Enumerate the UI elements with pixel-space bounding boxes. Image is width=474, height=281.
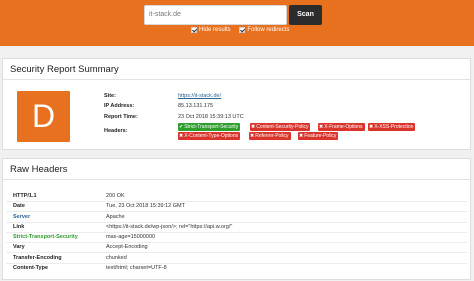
row-divider [6,252,467,253]
row-divider [6,201,467,202]
row-divider [6,242,467,243]
header-badge-label: Referrer-Policy [255,133,289,139]
follow-redirects-option[interactable]: Follow redirects [239,27,289,33]
raw-header-key: Content-Type [13,265,49,271]
raw-header-value: Accept-Encoding [106,244,148,250]
search-input[interactable]: it-stack.de [144,5,287,25]
follow-redirects-checkbox[interactable] [239,27,246,33]
site-link[interactable]: https://it-stack.de/ [178,93,221,99]
follow-redirects-label: Follow redirects [247,27,290,33]
site-label: Site: [104,93,116,99]
report-time-value: 23 Oct 2018 15:39:13 UTC [178,114,244,120]
header-badge-label: X-XSS-Protection [374,124,414,130]
report-time-label: Report Time: [104,114,138,120]
cross-icon: ✖ [179,133,184,139]
ip-value: 85.13.131.175 [178,103,214,109]
hide-results-label: Hide results [199,27,231,33]
raw-header-value: Apache [106,214,125,220]
header-badge-x-xss-protection[interactable]: ✖X-XSS-Protection [368,123,416,131]
search-bar: it-stack.de Scan Hide results Follow red… [0,0,474,46]
header-badge-strict-transport-security[interactable]: ✔Strict-Transport-Security [178,123,241,131]
cross-icon: ✖ [369,124,374,130]
raw-headers-title: Raw Headers [3,159,470,180]
scan-button[interactable]: Scan [289,5,322,25]
raw-header-key: Strict-Transport-Security [13,234,78,240]
raw-header-key: Date [13,203,25,209]
summary-title: Security Report Summary [3,59,470,80]
hide-results-checkbox[interactable] [191,27,197,33]
raw-header-value: Tue, 23 Oct 2018 15:39:12 GMT [106,203,185,209]
raw-header-key: HTTP/1.1 [13,193,37,199]
grade-badge: D [17,91,70,142]
headers-label: Headers: [104,128,128,134]
raw-header-value: text/html; charset=UTF-8 [106,265,167,271]
security-report-summary-panel: Security Report Summary D Site: https://… [2,58,471,150]
row-divider [6,211,467,212]
check-icon: ✔ [179,124,184,130]
cross-icon: ✖ [251,124,256,130]
raw-header-key: Link [13,224,25,230]
raw-header-value: 200 OK [106,193,125,199]
header-badge-x-frame-options[interactable]: ✖X-Frame-Options [318,123,365,131]
row-divider [6,263,467,264]
raw-header-key: Server [13,214,31,220]
ip-label: IP Address: [104,103,135,109]
raw-header-value: <https://it-stack.de/wp-json/>; rel="htt… [106,224,233,230]
raw-header-key: Vary [13,244,25,250]
cross-icon: ✖ [250,133,255,139]
raw-header-value: chunked [106,255,127,261]
hide-results-option[interactable]: Hide results [191,27,231,33]
header-badge-x-content-type-options[interactable]: ✖X-Content-Type-Options [178,132,241,140]
header-badge-label: X-Content-Type-Options [184,133,239,139]
raw-header-value: max-age=15000000 [106,234,156,240]
header-badge-feature-policy[interactable]: ✖Feature-Policy [298,132,339,140]
header-badge-label: Strict-Transport-Security [184,124,239,130]
raw-header-key: Transfer-Encoding [13,255,62,261]
header-badge-label: Feature-Policy [304,133,337,139]
row-divider [6,232,467,233]
header-badge-content-security-policy[interactable]: ✖Content-Security-Policy [250,123,311,131]
header-badge-label: X-Frame-Options [324,124,363,130]
header-badge-referrer-policy[interactable]: ✖Referrer-Policy [249,132,291,140]
cross-icon: ✖ [299,133,304,139]
cross-icon: ✖ [319,124,324,130]
header-badge-label: Content-Security-Policy [256,124,309,130]
scan-options: Hide results Follow redirects [191,27,296,35]
row-divider [6,222,467,223]
raw-headers-panel: Raw Headers HTTP/1.1 200 OK Date Tue, 23… [2,158,471,280]
